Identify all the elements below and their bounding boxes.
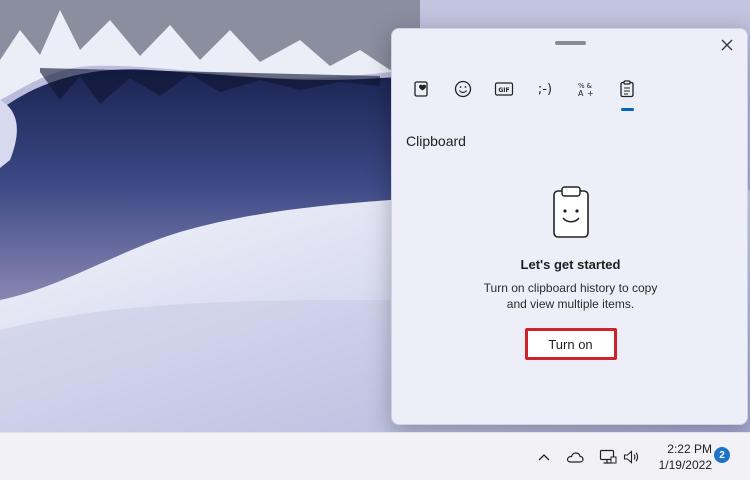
taskbar: 2:22 PM 1/19/2022 xyxy=(0,432,750,480)
onedrive-button[interactable] xyxy=(563,433,587,480)
close-icon xyxy=(721,39,733,51)
empty-state-heading: Let's get started xyxy=(520,257,621,272)
gif-icon: GIF xyxy=(494,82,514,96)
empty-state-description: Turn on clipboard history to copy and vi… xyxy=(483,281,658,311)
volume-icon xyxy=(623,450,639,464)
emoji-icon xyxy=(454,80,472,98)
onedrive-cloud-icon xyxy=(566,452,584,463)
tab-clipboard[interactable] xyxy=(611,73,643,111)
close-button[interactable] xyxy=(717,35,737,55)
turn-on-button[interactable]: Turn on xyxy=(524,328,617,360)
network-icon xyxy=(599,449,617,464)
tab-emoji[interactable] xyxy=(447,73,479,105)
network-button[interactable] xyxy=(596,433,620,480)
clipboard-icon xyxy=(620,80,634,98)
favorites-heart-icon xyxy=(414,81,428,97)
volume-button[interactable] xyxy=(620,433,642,480)
notification-count-badge[interactable]: 2 xyxy=(714,447,730,463)
clock-time: 2:22 PM xyxy=(667,442,712,456)
chevron-up-icon xyxy=(538,454,550,461)
tab-kaomoji[interactable]: ;-) xyxy=(529,73,561,105)
drag-handle[interactable] xyxy=(555,41,586,45)
emoji-clipboard-panel: GIF ;-) % & A + Clipboard Let's get star… xyxy=(391,28,748,425)
panel-tabs: GIF ;-) % & A + xyxy=(406,73,643,111)
svg-text:+: + xyxy=(587,89,594,98)
kaomoji-icon: ;-) xyxy=(537,81,553,97)
clipboard-empty-state: Let's get started Turn on clipboard hist… xyxy=(392,185,749,360)
clipboard-smile-icon xyxy=(552,186,589,238)
tab-favorites[interactable] xyxy=(406,73,438,105)
svg-text:A: A xyxy=(578,89,584,98)
gif-tab-label: GIF xyxy=(498,87,509,94)
symbols-icon: % & A + xyxy=(578,82,594,98)
section-title: Clipboard xyxy=(406,133,466,149)
tab-gif[interactable]: GIF xyxy=(488,73,520,105)
show-hidden-icons-button[interactable] xyxy=(533,433,555,480)
taskbar-clock[interactable]: 2:22 PM 1/19/2022 xyxy=(650,441,712,473)
tab-symbols[interactable]: % & A + xyxy=(570,73,602,105)
clock-date: 1/19/2022 xyxy=(658,458,712,472)
